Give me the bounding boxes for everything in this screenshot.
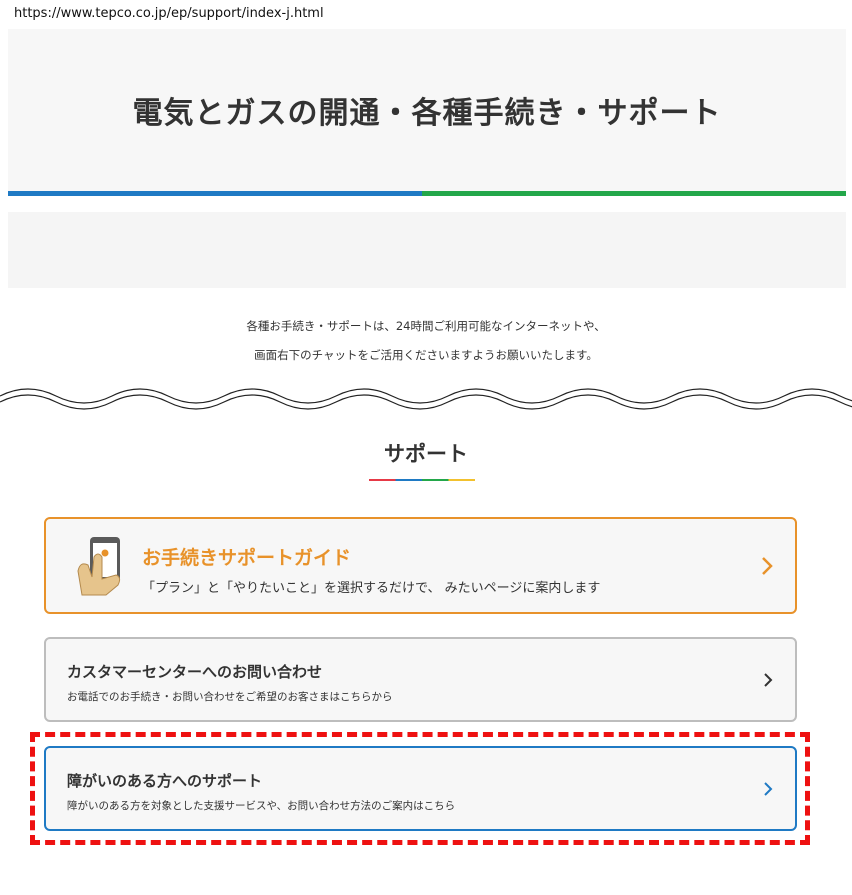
intro-text-line-2: 画面右下のチャットをご活用くださいますようお願いいたします。	[254, 348, 598, 362]
support-section-title: サポート	[384, 442, 468, 466]
card-subtitle: 「プラン」と「やりたいこと」を選択するだけで、 みたいページに案内します	[142, 581, 601, 596]
card-title: お手続きサポートガイド	[142, 547, 352, 569]
chevron-right-icon	[764, 672, 773, 687]
wave-divider	[0, 388, 852, 410]
card-subtitle: お電話でのお手続き・お問い合わせをご希望のお客さまはこちらから	[67, 691, 393, 703]
hand-smartphone-icon	[77, 537, 121, 596]
customer-center-contact-card[interactable]: カスタマーセンターへのお問い合わせ お電話でのお手続き・お問い合わせをご希望のお…	[44, 637, 797, 722]
procedure-support-guide-card[interactable]: お手続きサポートガイド 「プラン」と「やりたいこと」を選択するだけで、 みたいペ…	[44, 517, 797, 614]
card-title: 障がいのある方へのサポート	[67, 772, 263, 790]
section-title-underline	[369, 479, 475, 481]
url-text: https://www.tepco.co.jp/ep/support/index…	[14, 6, 324, 21]
accessibility-support-card[interactable]: 障がいのある方へのサポート 障がいのある方を対象とした支援サービスや、お問い合わ…	[44, 746, 797, 831]
card-subtitle: 障がいのある方を対象とした支援サービスや、お問い合わせ方法のご案内はこちら	[67, 800, 456, 812]
hero-banner: 電気とガスの開通・各種手続き・サポート	[8, 29, 846, 191]
page-title: 電気とガスの開通・各種手続き・サポート	[132, 96, 722, 131]
green-accent-bar	[422, 191, 846, 196]
chevron-right-icon	[764, 781, 773, 796]
intro-text-line-1: 各種お手続き・サポートは、24時間ご利用可能なインターネットや、	[246, 319, 606, 333]
card-title: カスタマーセンターへのお問い合わせ	[67, 663, 323, 681]
gray-band	[8, 212, 846, 288]
chevron-right-icon	[762, 556, 773, 575]
blue-accent-bar	[8, 191, 422, 196]
